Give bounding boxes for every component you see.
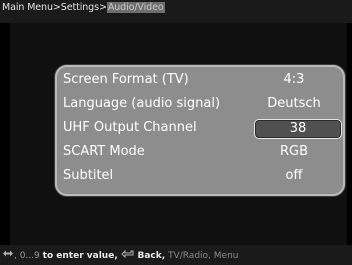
setting-label: Screen Format (TV) bbox=[63, 72, 189, 87]
setting-row-screen-format[interactable]: Screen Format (TV) 4:3 bbox=[55, 69, 345, 91]
breadcrumb-main-menu[interactable]: Main Menu bbox=[2, 2, 53, 13]
setting-label: SCART Mode bbox=[63, 144, 145, 159]
key-hints: , 0...9 to enter value, Back, TV/Radio, … bbox=[2, 249, 239, 261]
setting-value[interactable]: Deutsch bbox=[249, 93, 339, 115]
breadcrumb-settings[interactable]: Settings bbox=[61, 2, 99, 13]
setting-label: Subtitel bbox=[63, 168, 114, 183]
settings-panel: Screen Format (TV) 4:3 Language (audio s… bbox=[55, 65, 345, 196]
back-arrow-icon bbox=[120, 249, 135, 262]
hint-arrows-text: , bbox=[14, 251, 17, 261]
setting-row-language[interactable]: Language (audio signal) Deutsch bbox=[55, 93, 345, 115]
main-area: Screen Format (TV) 4:3 Language (audio s… bbox=[10, 23, 347, 245]
breadcrumb-separator: > bbox=[52, 2, 61, 13]
setting-label: UHF Output Channel bbox=[63, 120, 197, 135]
hint-enter-text: to enter value, bbox=[42, 251, 118, 261]
breadcrumb: Main Menu>Settings>Audio/Video bbox=[2, 2, 165, 14]
setting-value[interactable]: RGB bbox=[249, 141, 339, 163]
left-right-arrow-icon bbox=[2, 249, 14, 262]
hint-menu-text: Menu bbox=[213, 251, 239, 261]
breadcrumb-current: Audio/Video bbox=[106, 2, 165, 13]
setting-value[interactable]: 4:3 bbox=[249, 69, 339, 91]
setting-row-subtitle[interactable]: Subtitel off bbox=[55, 165, 345, 187]
breadcrumb-separator: > bbox=[98, 2, 107, 13]
hint-bar: , 0...9 to enter value, Back, TV/Radio, … bbox=[0, 245, 352, 265]
header-bar: Main Menu>Settings>Audio/Video bbox=[0, 0, 352, 23]
setting-row-scart-mode[interactable]: SCART Mode RGB bbox=[55, 141, 345, 163]
hint-tvradio-text: TV/Radio, bbox=[168, 251, 211, 261]
hint-digits-text: 0...9 bbox=[19, 251, 40, 261]
hint-back-text: Back, bbox=[137, 251, 166, 261]
setting-row-uhf-channel[interactable]: UHF Output Channel 38 bbox=[55, 117, 345, 139]
setting-value[interactable]: off bbox=[249, 165, 339, 187]
setting-value-selected[interactable]: 38 bbox=[254, 119, 342, 139]
setting-label: Language (audio signal) bbox=[63, 96, 221, 111]
